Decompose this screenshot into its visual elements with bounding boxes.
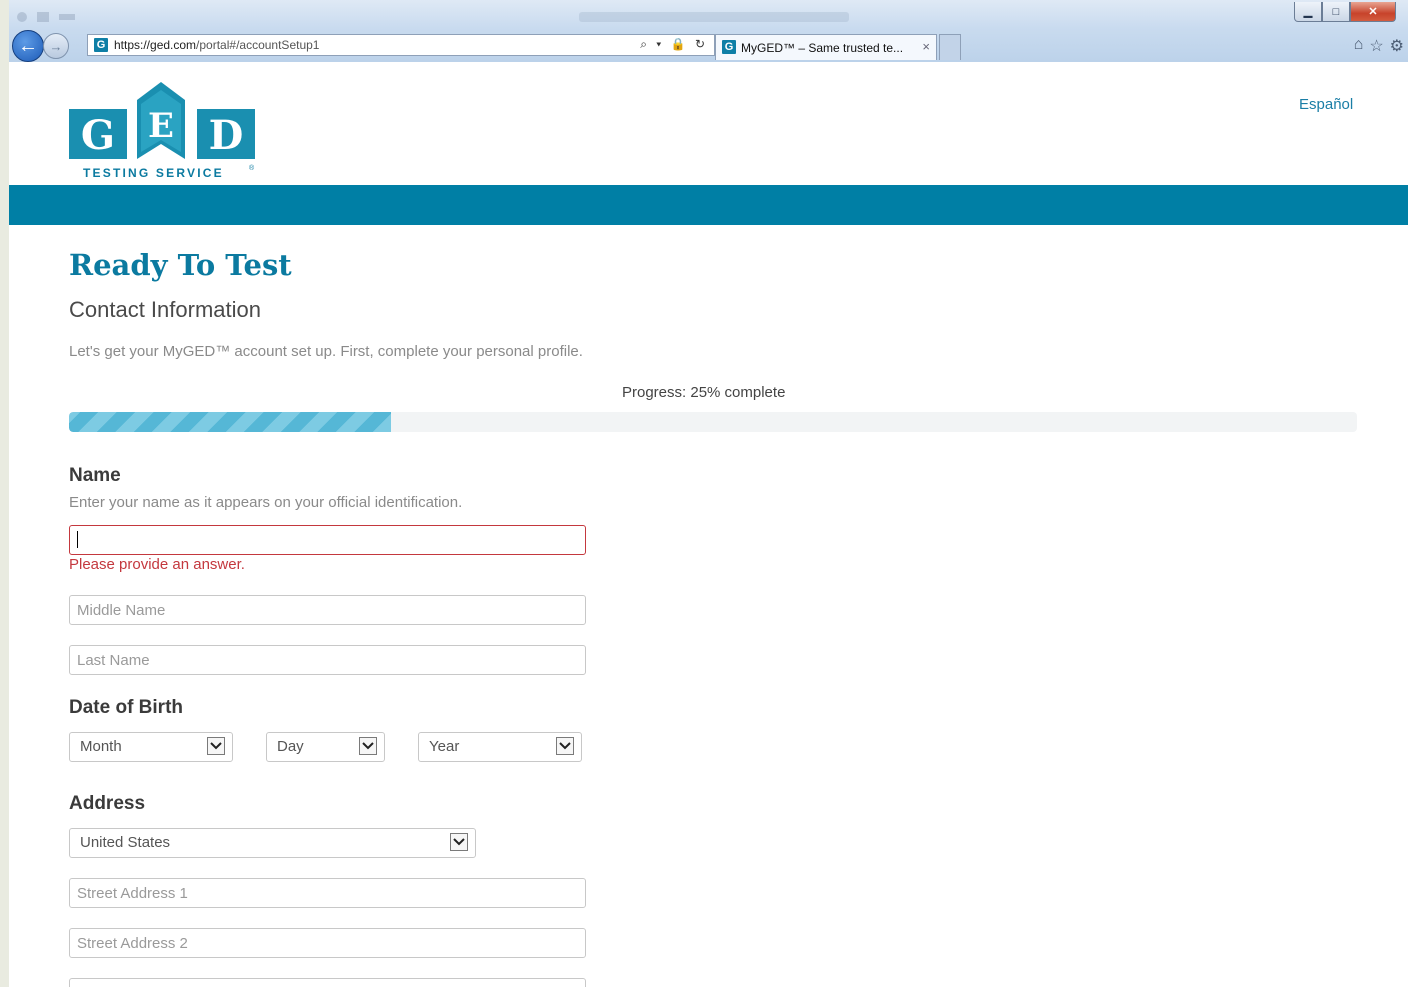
progress-bar-fill <box>69 412 391 432</box>
back-arrow-icon: ← <box>18 34 38 57</box>
url-text[interactable]: https://ged.com/portal#/accountSetup1 <box>114 38 319 52</box>
quick-access-icons <box>17 12 75 22</box>
street-address-3-input[interactable] <box>69 978 586 987</box>
page-content: G E D TESTING SERVICE ® Español Ready To… <box>9 62 1408 987</box>
maximize-button[interactable]: □ <box>1322 2 1350 22</box>
browser-titlebar: ▁ □ ✕ ← → G https://ged.com/portal#/acco… <box>9 0 1408 63</box>
forward-button[interactable]: → <box>43 33 69 59</box>
favorites-star-icon[interactable]: ☆ <box>1369 36 1383 56</box>
progress-label: Progress: 25% complete <box>622 384 786 401</box>
header-band <box>9 185 1408 225</box>
intro-text: Let's get your MyGED™ account set up. Fi… <box>69 343 583 360</box>
first-name-input[interactable] <box>69 525 586 555</box>
tab-favicon-icon: G <box>722 40 736 54</box>
logo-registered-mark: ® <box>249 164 255 172</box>
logo-tagline: TESTING SERVICE <box>83 166 224 180</box>
tab-title: MyGED™ – Same trusted te... <box>741 41 904 55</box>
chevron-down-icon <box>207 737 225 755</box>
minimize-button[interactable]: ▁ <box>1294 2 1322 22</box>
dob-day-select[interactable]: Day <box>266 732 385 762</box>
country-value: United States <box>80 834 171 851</box>
first-name-error: Please provide an answer. <box>69 556 245 573</box>
logo-letter-g: G <box>81 112 115 159</box>
chevron-down-icon <box>450 833 468 851</box>
name-heading: Name <box>69 465 121 486</box>
browser-toolbar-icons: ⌂ ☆ ⚙ <box>1354 36 1404 56</box>
address-bar-icons[interactable]: ⌕ ▾ 🔒 ↻ <box>640 37 708 52</box>
street-address-1-input[interactable] <box>69 878 586 908</box>
country-select[interactable]: United States <box>69 828 476 858</box>
dob-year-select[interactable]: Year <box>418 732 582 762</box>
street-address-2-input[interactable] <box>69 928 586 958</box>
page-title: Ready To Test <box>69 248 292 282</box>
language-link-espanol[interactable]: Español <box>1299 96 1353 113</box>
dob-month-select[interactable]: Month <box>69 732 233 762</box>
window-controls: ▁ □ ✕ <box>1294 2 1396 22</box>
logo-letter-d: D <box>209 112 244 159</box>
name-hint: Enter your name as it appears on your of… <box>69 494 463 511</box>
progress-bar <box>69 412 1357 432</box>
middle-name-input[interactable] <box>69 595 586 625</box>
url-path: /portal#/accountSetup1 <box>196 38 320 52</box>
browser-window: ▁ □ ✕ ← → G https://ged.com/portal#/acco… <box>9 0 1408 987</box>
tab-close-icon[interactable]: × <box>922 39 930 54</box>
home-icon[interactable]: ⌂ <box>1354 36 1364 56</box>
chevron-down-icon <box>359 737 377 755</box>
browser-tab-myged[interactable]: G MyGED™ – Same trusted te... × <box>715 34 937 60</box>
chevron-down-icon <box>556 737 574 755</box>
logo-letter-e: E <box>148 106 174 146</box>
dob-heading: Date of Birth <box>69 697 183 718</box>
last-name-input[interactable] <box>69 645 586 675</box>
text-cursor <box>77 531 78 548</box>
dob-month-value: Month <box>80 738 122 755</box>
forward-arrow-icon: → <box>49 38 63 54</box>
window-title-ghost <box>579 12 849 22</box>
dob-year-value: Year <box>429 738 460 755</box>
address-heading: Address <box>69 793 146 814</box>
tools-gear-icon[interactable]: ⚙ <box>1390 36 1404 56</box>
dob-day-value: Day <box>277 738 304 755</box>
ged-logo[interactable]: G E D TESTING SERVICE ® <box>69 82 255 182</box>
back-button[interactable]: ← <box>12 30 44 62</box>
close-window-button[interactable]: ✕ <box>1350 2 1396 22</box>
new-tab-button[interactable] <box>939 34 961 60</box>
page-subtitle: Contact Information <box>69 297 261 322</box>
ged-favicon-icon: G <box>94 38 108 52</box>
url-domain: https://ged.com <box>114 38 197 52</box>
address-bar[interactable]: G https://ged.com/portal#/accountSetup1 … <box>87 34 715 56</box>
